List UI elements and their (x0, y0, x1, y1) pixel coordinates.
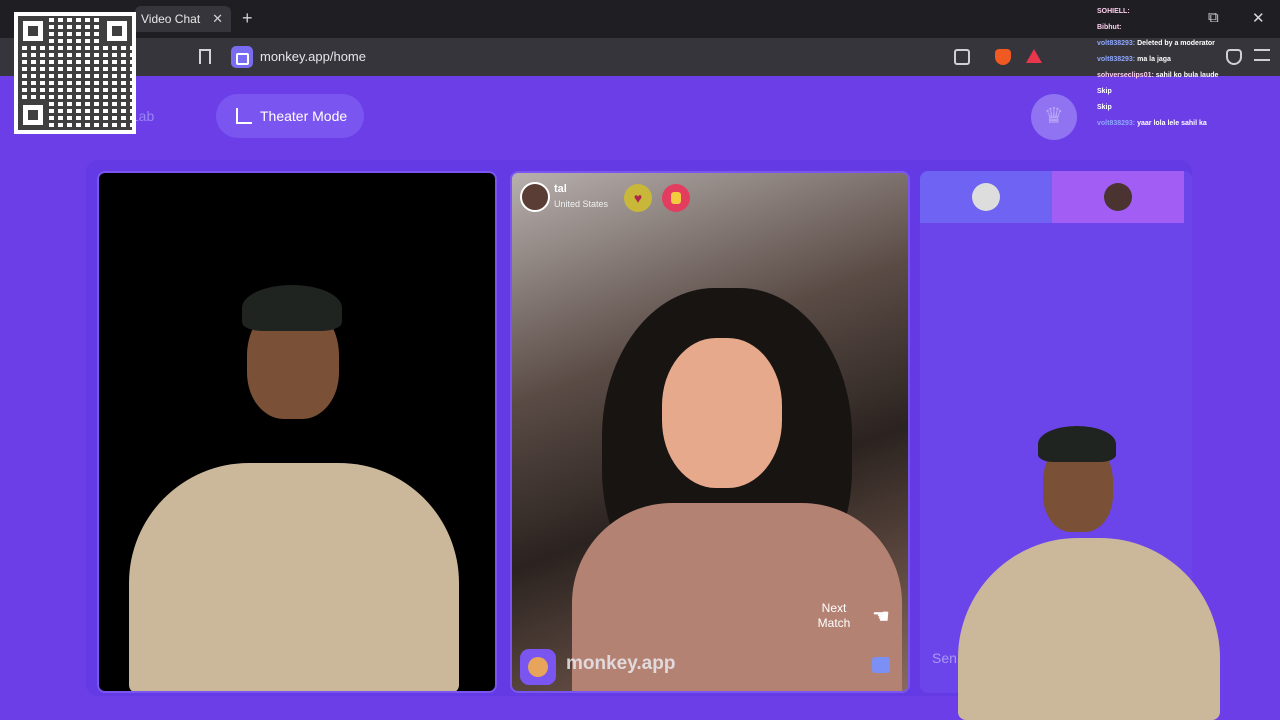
remote-video: tal United States ♥ Next Match monkey.ap… (510, 171, 910, 693)
qr-pattern (18, 16, 132, 130)
chat-username: SOHIELL: (1097, 8, 1130, 15)
next-match-label-2: Match (817, 616, 851, 630)
new-tab-button[interactable]: + (242, 8, 253, 29)
chat-username: volt838293: (1097, 120, 1136, 127)
browser-toolbar: monkey.app/home (0, 38, 1280, 76)
cast-icon[interactable] (954, 49, 970, 65)
url-text[interactable]: monkey.app/home (260, 49, 366, 64)
stranger-name: tal (554, 183, 567, 195)
watermark-text: monkey.app (566, 653, 676, 674)
qr-finder-tr (102, 16, 132, 46)
streamer-body (958, 538, 1220, 720)
stream-chat-line: Skip (1097, 84, 1257, 100)
brave-shield-icon[interactable] (995, 49, 1011, 65)
next-match-button[interactable]: Next Match (810, 601, 858, 631)
qr-finder-bl (18, 100, 48, 130)
chat-message: yaar lola lele sahil ka (1137, 120, 1207, 127)
expand-icon (236, 108, 252, 124)
hand-cursor-icon: ☚ (872, 606, 890, 628)
stream-chat-overlay: SOHIELL: Bibhut: volt838293: Deleted by … (1097, 4, 1257, 132)
streamer-hair (1038, 426, 1116, 462)
stream-chat-line: Bibhut: (1097, 20, 1257, 36)
stream-chat-line: sohverseclips01: sahil ko bula laude (1097, 68, 1257, 84)
next-match-label-1: Next (821, 601, 847, 615)
stream-chat-line: volt838293: yaar lola lele sahil ka (1097, 116, 1257, 132)
address-bar[interactable]: monkey.app/home (228, 42, 948, 72)
local-person-hair (242, 285, 342, 331)
close-tab-icon[interactable]: ✕ (212, 6, 223, 32)
chat-username: volt838293: (1097, 40, 1136, 47)
stranger-country: United States (554, 199, 609, 209)
chat-message: ma la jaga (1137, 56, 1171, 63)
browser-tab[interactable]: Video Chat ✕ (135, 6, 231, 32)
tab-title: Video Chat (141, 12, 201, 26)
theater-mode-button[interactable]: Theater Mode (216, 94, 364, 138)
brave-rewards-icon[interactable] (1026, 49, 1042, 63)
stream-chat-line: volt838293: Deleted by a moderator (1097, 36, 1257, 52)
chat-message: Skip (1097, 88, 1112, 95)
site-camera-icon (231, 46, 253, 68)
chat-message: Skip (1097, 104, 1112, 111)
monkey-logo-icon (520, 649, 556, 685)
heart-icon[interactable]: ♥ (624, 184, 652, 212)
local-video (97, 171, 497, 693)
theater-mode-label: Theater Mode (260, 108, 348, 124)
chat-username: sohverseclips01: (1097, 72, 1154, 79)
stream-chat-line: SOHIELL: (1097, 4, 1257, 20)
skip-forward-icon[interactable] (872, 657, 890, 673)
stream-chat-line: Skip (1097, 100, 1257, 116)
self-avatar (972, 183, 1000, 211)
premium-crown-button[interactable] (1031, 94, 1077, 140)
chat-username: volt838293: (1097, 56, 1136, 63)
remote-person-face (662, 338, 782, 488)
gift-icon[interactable] (662, 184, 690, 212)
stranger-tab-avatar (1104, 183, 1132, 211)
streamer-webcam-overlay (958, 420, 1220, 720)
bookmark-icon[interactable] (199, 49, 211, 64)
qr-code (14, 12, 136, 134)
chat-tab-stranger[interactable] (1052, 171, 1184, 223)
browser-tab-bar: Video Chat ✕ + ⧉ ✕ (0, 0, 1280, 38)
stranger-avatar[interactable] (520, 182, 550, 212)
stream-chat-line: volt838293: ma la jaga (1097, 52, 1257, 68)
local-person-body (129, 463, 459, 691)
qr-finder-tl (18, 16, 48, 46)
chat-message: sahil ko bula laude (1155, 72, 1219, 79)
chat-tabs (920, 171, 1184, 223)
chat-username: Bibhut: (1097, 24, 1122, 31)
chat-message: Deleted by a moderator (1137, 40, 1215, 47)
chat-tab-self[interactable] (920, 171, 1052, 223)
